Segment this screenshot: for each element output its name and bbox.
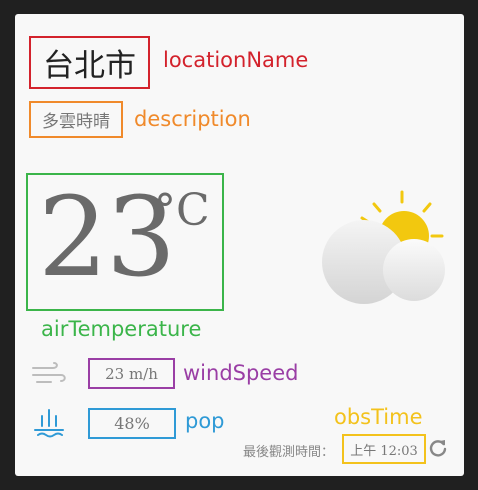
obs-time-value: 上午 12:03 <box>350 443 418 459</box>
air-temperature-annotation: airTemperature <box>41 317 202 341</box>
description-highlight: 多雲時晴 <box>29 101 123 138</box>
wind-speed-value: 23 m/h <box>105 364 158 383</box>
wind-speed-highlight: 23 m/h <box>88 358 175 389</box>
location-name: 台北市 <box>43 48 136 84</box>
weather-description: 多雲時晴 <box>42 112 110 132</box>
obs-time-highlight: 上午 12:03 <box>342 434 426 464</box>
wind-speed-annotation: windSpeed <box>183 361 299 385</box>
temperature-unit: °C <box>154 185 210 236</box>
pop-value: 48% <box>114 414 150 433</box>
pop-annotation: pop <box>185 409 225 433</box>
location-name-highlight: 台北市 <box>29 36 150 89</box>
obs-time-label: 最後觀測時間： <box>243 445 335 460</box>
air-temperature-highlight: 23 °C <box>26 173 224 311</box>
obs-time-annotation: obsTime <box>334 405 423 429</box>
refresh-icon[interactable] <box>428 438 448 458</box>
wind-icon <box>32 362 66 383</box>
description-annotation: description <box>134 107 251 131</box>
partly-cloudy-day-icon <box>322 190 445 304</box>
location-name-annotation: locationName <box>163 48 309 72</box>
pop-highlight: 48% <box>88 408 176 439</box>
app-window: 台北市 locationName 多雲時晴 description 23 °C … <box>0 0 478 490</box>
rain-icon <box>34 409 64 438</box>
